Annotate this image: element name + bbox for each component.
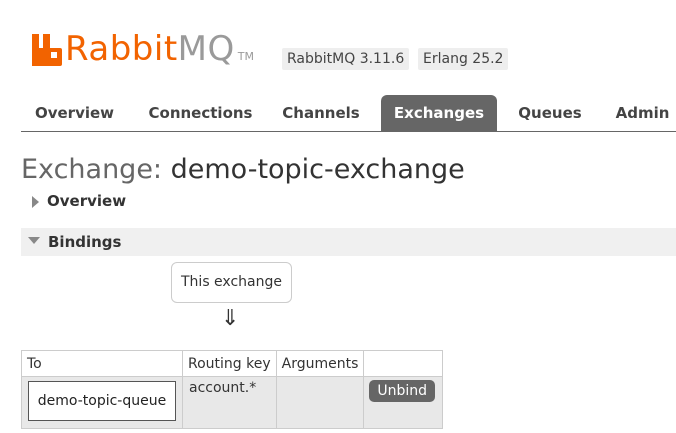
section-overview-label: Overview [47, 192, 127, 210]
table-row: demo-topic-queue account.* Unbind [21, 376, 444, 429]
expand-triangle-icon [32, 195, 39, 208]
erlang-version-badge: Erlang 25.2 [418, 48, 509, 70]
page-title-label: Exchange: [21, 154, 163, 185]
logo-text-mq: MQ [177, 29, 235, 69]
column-header-actions [363, 350, 444, 377]
section-bindings-label: Bindings [48, 233, 122, 251]
routing-key-cell: account.* [182, 376, 277, 429]
rabbitmq-logo[interactable]: Rabbit MQ TM [32, 26, 254, 66]
column-header-routing-key: Routing key [182, 350, 277, 377]
queue-link[interactable]: demo-topic-queue [28, 381, 176, 421]
routing-key-value: account.* [189, 380, 257, 396]
logo-text-rabbit: Rabbit [65, 29, 178, 69]
table-header-row: To Routing key Arguments [21, 350, 444, 377]
this-exchange-box: This exchange [171, 262, 292, 303]
unbind-button[interactable]: Unbind [369, 380, 436, 402]
rabbitmq-logo-icon [32, 34, 62, 66]
down-arrow-icon: ⇓ [221, 306, 240, 331]
tab-channels[interactable]: Channels [273, 95, 369, 131]
binding-destination-cell: demo-topic-queue [21, 376, 183, 429]
column-header-arguments: Arguments [275, 350, 365, 377]
tab-queues[interactable]: Queues [509, 95, 591, 131]
collapse-triangle-icon [28, 237, 40, 244]
section-bindings-toggle[interactable]: Bindings [21, 228, 676, 256]
tab-connections[interactable]: Connections [138, 95, 263, 131]
logo-trademark: TM [237, 50, 254, 63]
main-nav: Overview Connections Channels Exchanges … [21, 95, 676, 132]
exchange-name: demo-topic-exchange [170, 154, 465, 185]
column-header-to: To [21, 350, 183, 377]
actions-cell: Unbind [363, 376, 444, 429]
tab-overview[interactable]: Overview [21, 95, 128, 131]
section-overview-toggle[interactable]: Overview [21, 187, 126, 215]
rabbitmq-version-badge: RabbitMQ 3.11.6 [282, 48, 410, 70]
tab-exchanges[interactable]: Exchanges [381, 95, 497, 131]
tab-admin[interactable]: Admin [609, 95, 676, 131]
page-title: Exchange: demo-topic-exchange [21, 152, 465, 188]
bindings-table: To Routing key Arguments demo-topic-queu… [21, 350, 444, 429]
arguments-cell [275, 376, 365, 429]
